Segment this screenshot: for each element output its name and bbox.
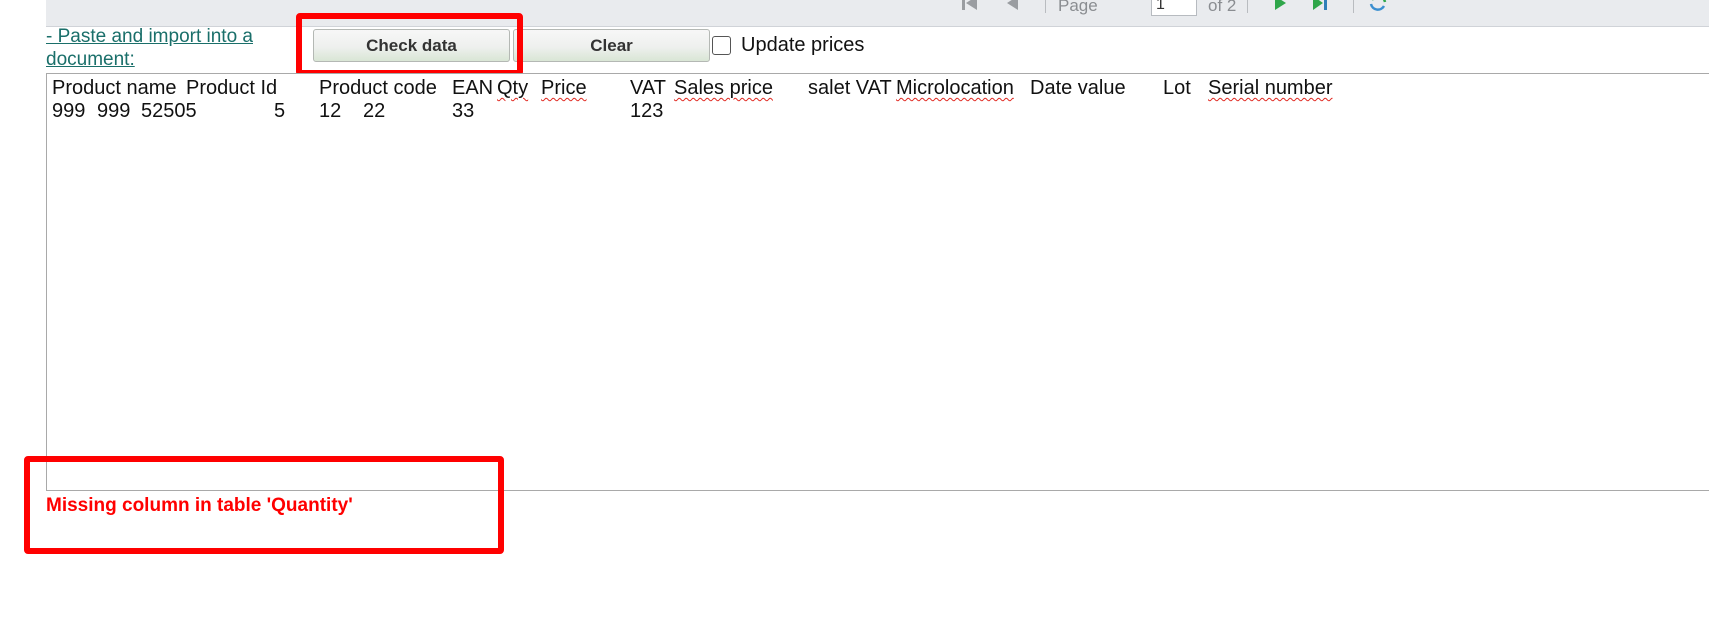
row-cell: 999 bbox=[52, 100, 86, 122]
column-header-product-id: Product Id bbox=[186, 77, 278, 99]
row-cell: 123 bbox=[630, 100, 664, 122]
column-header-serial-number: Serial number bbox=[1208, 77, 1333, 99]
first-page-icon[interactable] bbox=[961, 0, 979, 12]
row-cell: 52505 bbox=[141, 100, 197, 122]
paste-textarea[interactable]: Product name Product Id Product code EAN… bbox=[46, 73, 1709, 491]
column-header-salet-vat: salet VAT bbox=[808, 77, 892, 99]
column-header-sales-price: Sales price bbox=[674, 77, 773, 99]
page-count-label: of 2 bbox=[1208, 0, 1237, 15]
row-cell: 12 bbox=[319, 100, 342, 122]
column-header-lot: Lot bbox=[1163, 77, 1191, 99]
column-header-ean: EAN bbox=[452, 77, 494, 99]
column-header-vat: VAT bbox=[630, 77, 666, 99]
column-header-price: Price bbox=[541, 77, 587, 99]
check-data-highlight bbox=[296, 13, 523, 76]
error-highlight bbox=[24, 456, 504, 554]
column-header-product-code: Product code bbox=[319, 77, 437, 99]
row-cell: 5 bbox=[274, 100, 286, 122]
column-header-qty: Qty bbox=[497, 77, 529, 99]
page-number-input[interactable] bbox=[1151, 0, 1197, 16]
row-cell: 22 bbox=[363, 100, 386, 122]
toolbar-separator bbox=[1045, 0, 1046, 13]
paste-import-link[interactable]: - Paste and import into a document: bbox=[46, 25, 276, 71]
column-header-product-name: Product name bbox=[52, 77, 177, 99]
last-page-icon[interactable] bbox=[1311, 0, 1329, 12]
next-page-icon[interactable] bbox=[1271, 0, 1289, 12]
toolbar-separator bbox=[1247, 0, 1248, 13]
update-prices-label[interactable]: Update prices bbox=[741, 34, 864, 57]
toolbar-separator bbox=[1353, 0, 1354, 13]
refresh-icon[interactable] bbox=[1368, 0, 1387, 12]
column-header-date-value: Date value bbox=[1030, 77, 1126, 99]
clear-button[interactable]: Clear bbox=[513, 29, 710, 62]
row-cell: 999 bbox=[97, 100, 131, 122]
row-cell: 33 bbox=[452, 100, 475, 122]
previous-page-icon[interactable] bbox=[1004, 0, 1022, 12]
column-header-microlocation: Microlocation bbox=[896, 77, 1014, 99]
update-prices-checkbox[interactable] bbox=[712, 36, 731, 55]
page-label: Page bbox=[1058, 0, 1098, 15]
